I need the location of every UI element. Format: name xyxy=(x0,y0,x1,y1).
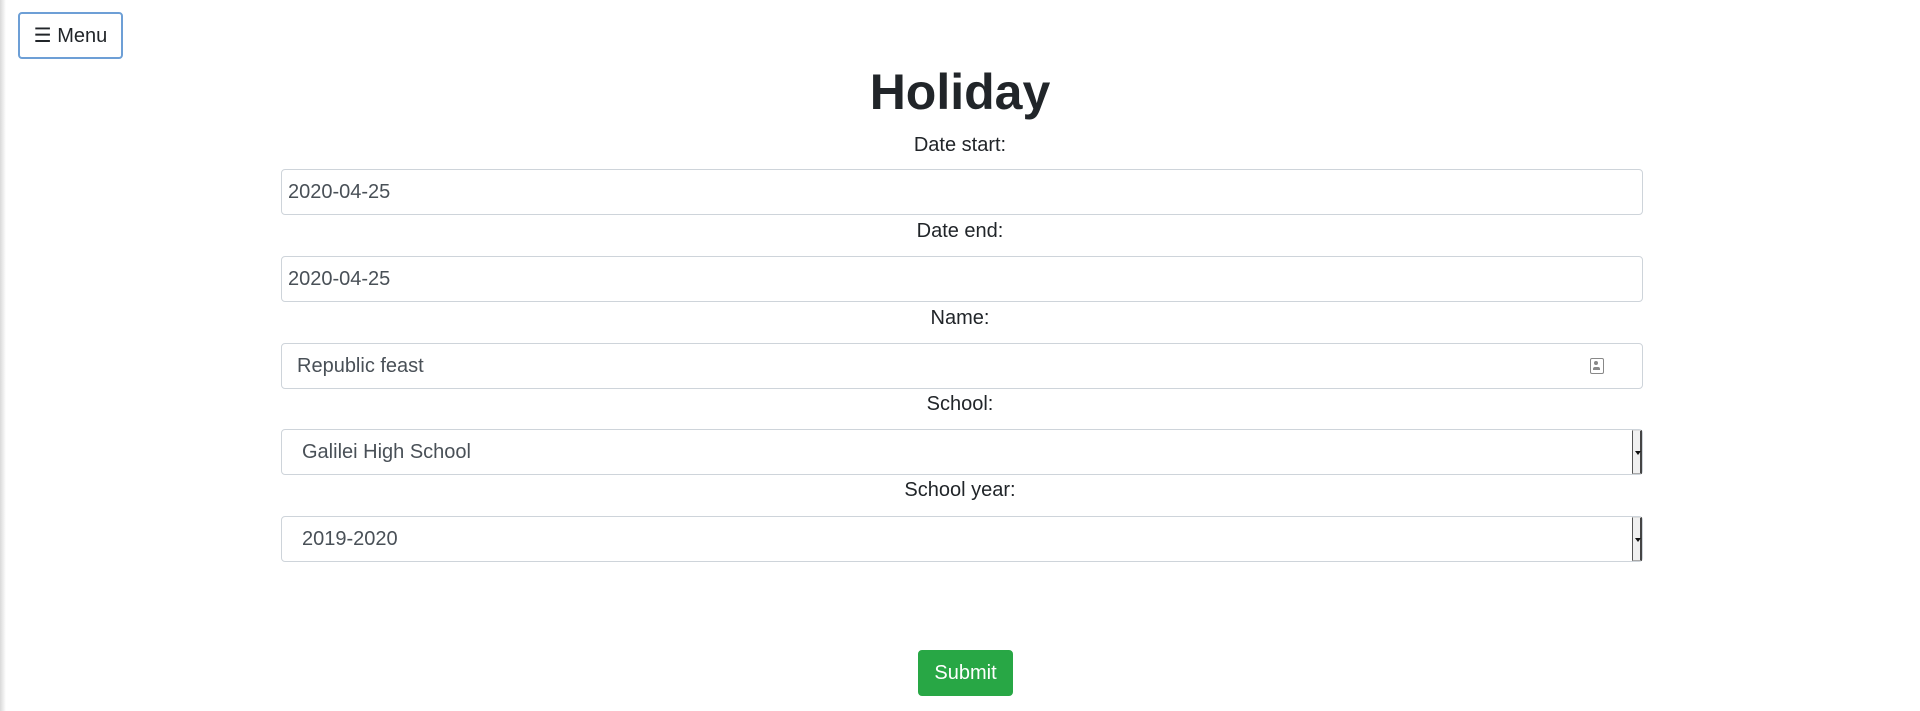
name-input[interactable]: Republic feast xyxy=(281,343,1643,389)
menu-button[interactable]: ☰ Menu xyxy=(18,12,123,59)
date-start-label: Date start: xyxy=(913,134,1007,156)
page-title: Holiday xyxy=(869,64,1051,120)
school-year-label: School year: xyxy=(904,479,1016,501)
chevron-down-icon[interactable] xyxy=(1632,517,1642,561)
name-label: Name: xyxy=(930,307,990,329)
school-year-select[interactable]: 2019-2020 xyxy=(281,516,1643,562)
menu-button-label: ☰ Menu xyxy=(33,25,108,47)
school-select[interactable]: Galilei High School xyxy=(281,429,1643,475)
submit-button[interactable]: Submit xyxy=(918,650,1013,696)
date-start-input[interactable]: 2020-04-25 xyxy=(281,169,1643,215)
contact-card-icon[interactable] xyxy=(1590,358,1604,374)
school-label: School: xyxy=(926,393,994,415)
chevron-down-icon[interactable] xyxy=(1632,430,1642,474)
school-year-selected-value: 2019-2020 xyxy=(302,527,398,550)
date-end-value: 2020-04-25 xyxy=(288,267,391,290)
name-value: Republic feast xyxy=(297,354,424,377)
submit-button-label: Submit xyxy=(934,661,997,684)
school-selected-value: Galilei High School xyxy=(302,440,471,463)
date-end-input[interactable]: 2020-04-25 xyxy=(281,256,1643,302)
date-start-value: 2020-04-25 xyxy=(288,180,391,203)
date-end-label: Date end: xyxy=(916,220,1004,242)
